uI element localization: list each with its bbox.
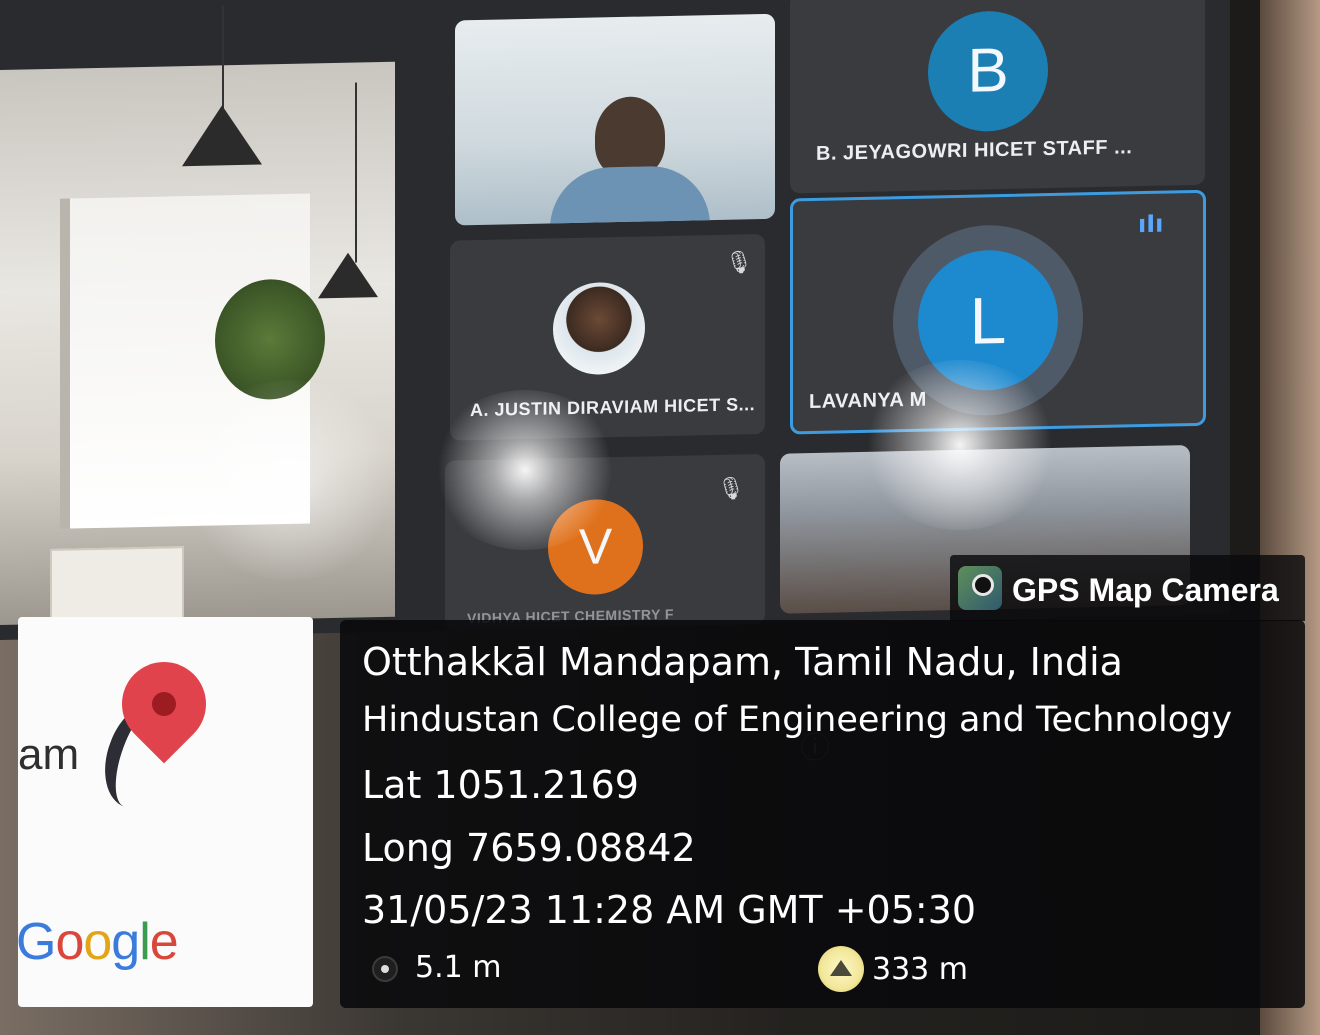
lamp-cord bbox=[222, 5, 224, 116]
accuracy-text: 5.1 m bbox=[415, 950, 502, 985]
site-text: Hindustan College of Engineering and Tec… bbox=[362, 700, 1233, 740]
altitude-icon bbox=[818, 946, 864, 992]
avatar-photo bbox=[553, 281, 645, 376]
mic-off-icon: 🎙 bbox=[725, 250, 753, 276]
lamp-cord bbox=[355, 82, 357, 263]
participant-tile-l[interactable]: L ıIı LAVANYA M bbox=[790, 189, 1206, 435]
shared-background-image bbox=[0, 5, 395, 633]
participant-tile-b[interactable]: B B. JEYAGOWRI HICET STAFF ... bbox=[790, 0, 1205, 194]
gps-brand-label: GPS Map Camera bbox=[1012, 572, 1279, 608]
longitude-text: Long 7659.08842 bbox=[362, 826, 696, 870]
google-logo: Google bbox=[16, 912, 179, 972]
avatar-b: B bbox=[928, 10, 1048, 133]
speaking-indicator-icon: ıIı bbox=[1138, 209, 1164, 239]
accuracy-icon bbox=[372, 956, 398, 982]
video-call-screen: B B. JEYAGOWRI HICET STAFF ... 🎙 A. JUST… bbox=[0, 0, 1230, 766]
participant-body bbox=[550, 165, 710, 226]
google-letter: o bbox=[55, 913, 84, 971]
avatar-v: V bbox=[548, 498, 643, 596]
participant-tile-v[interactable]: V 🎙 VIDHYA HICET CHEMISTRY F bbox=[445, 453, 765, 631]
participant-head bbox=[595, 96, 665, 178]
mic-off-icon: 🎙 bbox=[717, 476, 745, 502]
google-letter: o bbox=[83, 913, 112, 971]
participant-video-tile[interactable] bbox=[455, 13, 775, 226]
google-letter: G bbox=[16, 913, 56, 971]
participant-name: LAVANYA M bbox=[809, 388, 927, 414]
pendant-lamp bbox=[318, 252, 378, 299]
altitude-text: 333 m bbox=[872, 952, 969, 987]
google-letter: e bbox=[149, 913, 179, 971]
pendant-lamp bbox=[182, 104, 262, 167]
place-text: Otthakkāl Mandapam, Tamil Nadu, India bbox=[362, 640, 1123, 684]
google-letter: g bbox=[111, 913, 140, 971]
google-letter: l bbox=[139, 913, 151, 971]
datetime-text: 31/05/23 11:28 AM GMT +05:30 bbox=[362, 888, 977, 932]
map-partial-label: am bbox=[18, 730, 80, 779]
map-pin-center bbox=[152, 692, 176, 716]
latitude-text: Lat 1051.2169 bbox=[362, 763, 639, 807]
participant-tile-justin[interactable]: 🎙 A. JUSTIN DIRAVIAM HICET S... bbox=[450, 233, 765, 441]
participant-name: B. JEYAGOWRI HICET STAFF ... bbox=[816, 136, 1133, 165]
participant-name: A. JUSTIN DIRAVIAM HICET S... bbox=[470, 394, 756, 421]
location-pin-icon bbox=[972, 574, 994, 596]
